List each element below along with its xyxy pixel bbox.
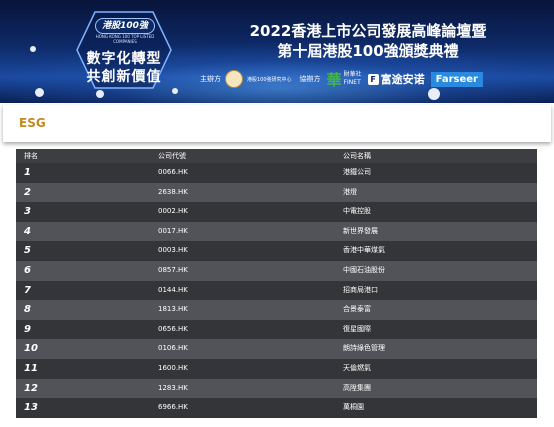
- code-cell: 2638.HK: [158, 187, 188, 196]
- decor-dot: [30, 46, 36, 52]
- name-cell: 萬桐園: [343, 403, 364, 412]
- code-cell: 1813.HK: [158, 305, 188, 314]
- rank-cell: 5: [24, 245, 31, 257]
- header-name: 公司名稱: [343, 152, 371, 160]
- name-cell: 港燈: [343, 187, 357, 196]
- event-logo: 港股100強 HONG KONG 100 TOP LISTED COMPANIE…: [75, 10, 173, 90]
- name-cell: 招商局港口: [343, 285, 378, 294]
- decor-dot: [35, 88, 44, 97]
- name-cell: 中電控股: [343, 207, 371, 216]
- table-row: 12 1283.HK 高陞集團: [16, 378, 537, 399]
- section-header: ESG: [3, 105, 551, 142]
- rank-cell: 7: [24, 284, 31, 296]
- code-cell: 0003.HK: [158, 246, 188, 255]
- table-row: 6 0857.HK 中國石油股份: [16, 260, 537, 281]
- futu-mark-icon: F: [367, 73, 379, 85]
- rank-cell: 6: [24, 264, 31, 276]
- name-cell: 高陞集團: [343, 383, 371, 392]
- code-cell: 6966.HK: [158, 403, 188, 412]
- code-cell: 0857.HK: [158, 265, 188, 274]
- header-code: 公司代號: [158, 152, 186, 160]
- code-cell: 0106.HK: [158, 344, 188, 353]
- name-cell: 復星國際: [343, 324, 371, 333]
- futu-logo: F 富途安诺: [367, 71, 425, 87]
- ranking-table: 排名 公司代號 公司名稱 1 0066.HK 港鐵公司 2 2638.HK 港燈 3 0002…: [16, 149, 537, 418]
- rank-cell: 3: [24, 206, 31, 218]
- name-cell: 天倫燃氣: [343, 363, 371, 372]
- code-cell: 0144.HK: [158, 285, 188, 294]
- rank-cell: 4: [24, 225, 31, 237]
- code-cell: 1600.HK: [158, 363, 188, 372]
- rank-cell: 8: [24, 304, 31, 316]
- farseer-logo: Farseer: [430, 71, 483, 87]
- table-header: 排名 公司代號 公司名稱: [16, 149, 537, 163]
- rank-cell: 9: [24, 323, 31, 335]
- sponsor-row: 主辦方 港股100強研究中心 協辦方 華 財華社 FINET F 富途安诺 Fa…: [200, 68, 483, 90]
- table-row: 5 0003.HK 香港中華煤氣: [16, 241, 537, 261]
- name-cell: 港鐵公司: [343, 168, 371, 176]
- name-cell: 朗詩綠色管理: [343, 344, 385, 353]
- code-cell: 0002.HK: [158, 207, 188, 216]
- rank-cell: 2: [24, 186, 31, 198]
- table-row: 9 0656.HK 復星國際: [16, 319, 537, 340]
- event-banner: 港股100強 HONG KONG 100 TOP LISTED COMPANIE…: [0, 0, 554, 103]
- table-row: 3 0002.HK 中電控股: [16, 202, 537, 222]
- coorganizer-label: 協辦方: [299, 75, 321, 83]
- name-cell: 合景泰富: [343, 305, 371, 314]
- rank-cell: 10: [24, 343, 38, 355]
- name-cell: 香港中華煤氣: [343, 246, 385, 255]
- organizer-label: 主辦方: [200, 75, 221, 83]
- logo-slogan-line1: 數字化轉型: [86, 51, 162, 67]
- table-row: 11 1600.HK 天倫燃氣: [16, 358, 537, 379]
- name-cell: 新世界發展: [343, 226, 378, 235]
- futu-name: 富途安诺: [380, 73, 425, 86]
- organizer-name: 港股100強研究中心: [247, 76, 292, 83]
- decor-dot: [96, 90, 104, 98]
- rank-cell: 1: [24, 167, 31, 178]
- organizer-seal-icon: [225, 70, 243, 88]
- code-cell: 0656.HK: [158, 324, 188, 333]
- code-cell: 0017.HK: [158, 226, 188, 235]
- rank-cell: 12: [24, 382, 38, 394]
- table-row: 8 1813.HK 合景泰富: [16, 300, 537, 320]
- finet-sub: FINET: [343, 79, 361, 86]
- finet-logo: 華 財華社 FINET: [327, 69, 362, 90]
- finet-mark-icon: 華: [326, 70, 342, 89]
- header-rank: 排名: [24, 152, 38, 160]
- table-row: 2 2638.HK 港燈: [16, 182, 537, 203]
- finet-name: 財華社: [343, 71, 362, 78]
- event-title-line1: 2022香港上市公司發展高峰論壇暨: [249, 22, 487, 40]
- logo-badge: 港股100強: [95, 18, 155, 34]
- rank-cell: 11: [24, 362, 38, 374]
- table-row: 7 0144.HK 招商局港口: [16, 280, 537, 301]
- table-row: 10 0106.HK 朗詩綠色管理: [16, 339, 537, 359]
- table-row: 13 6966.HK 萬桐園: [16, 398, 537, 418]
- table-row: 4 0017.HK 新世界發展: [16, 221, 537, 242]
- event-title-line2: 第十屆港股100強頒獎典禮: [277, 42, 459, 60]
- code-cell: 1283.HK: [158, 383, 188, 392]
- logo-subtitle: HONG KONG 100 TOP LISTED COMPANIES: [95, 34, 155, 44]
- table-row: 1 0066.HK 港鐵公司: [16, 163, 537, 183]
- logo-slogan-line2: 共創新價值: [86, 69, 162, 85]
- name-cell: 中國石油股份: [343, 265, 385, 274]
- section-title: ESG: [19, 116, 46, 130]
- code-cell: 0066.HK: [158, 168, 188, 176]
- rank-cell: 13: [24, 402, 38, 414]
